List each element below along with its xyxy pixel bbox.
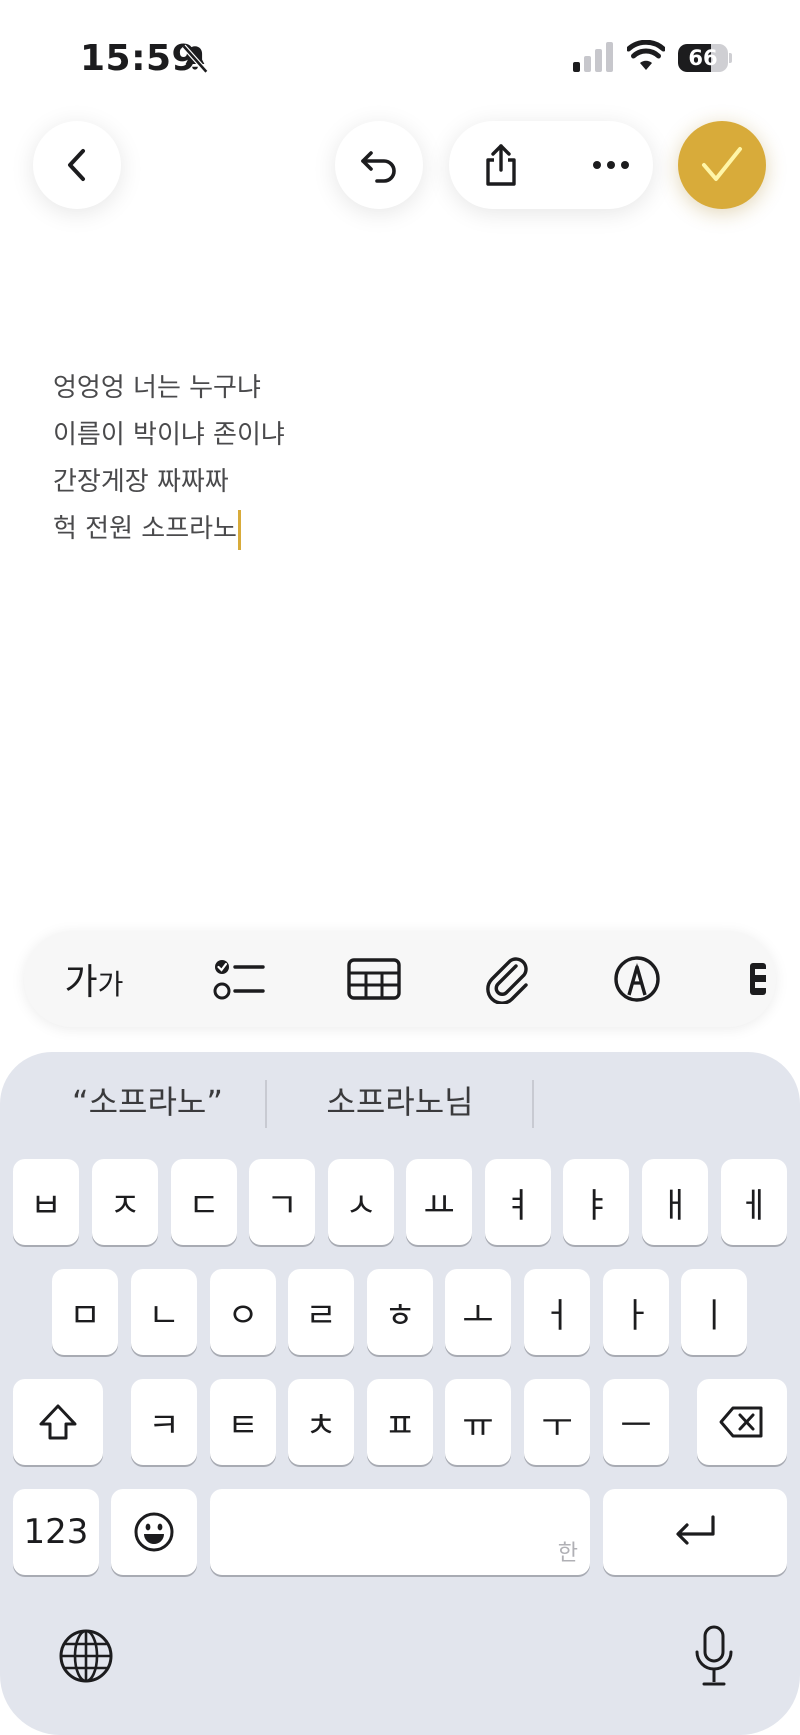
attachment-icon bbox=[486, 957, 528, 1004]
globe-button[interactable] bbox=[54, 1624, 118, 1688]
suggestion-1[interactable]: “소프라노” bbox=[30, 1070, 265, 1134]
suggestion-divider bbox=[532, 1080, 534, 1128]
text-format-button[interactable]: 가가 bbox=[44, 931, 144, 1027]
table-button[interactable] bbox=[324, 931, 424, 1027]
share-icon bbox=[486, 144, 516, 186]
share-button[interactable] bbox=[457, 121, 545, 209]
bell-slash-icon bbox=[181, 44, 209, 74]
checklist-icon bbox=[213, 960, 265, 1000]
chevron-left-icon bbox=[68, 149, 85, 181]
return-icon bbox=[676, 1515, 715, 1545]
key[interactable]: ㅎ bbox=[367, 1269, 433, 1355]
markup-button[interactable] bbox=[592, 931, 682, 1027]
undo-icon bbox=[361, 151, 396, 183]
key[interactable]: ㅐ bbox=[642, 1159, 708, 1245]
key[interactable]: ㅠ bbox=[445, 1379, 511, 1465]
more-button[interactable] bbox=[567, 121, 655, 209]
key[interactable]: ㄱ bbox=[249, 1159, 315, 1245]
back-button[interactable] bbox=[33, 121, 121, 209]
attachment-button[interactable] bbox=[464, 931, 554, 1027]
markup-pen-icon bbox=[614, 956, 660, 1002]
done-button[interactable] bbox=[678, 121, 766, 209]
key[interactable]: ㅏ bbox=[603, 1269, 669, 1355]
text-caret bbox=[237, 509, 241, 550]
key[interactable]: ㅣ bbox=[681, 1269, 747, 1355]
key[interactable]: ㅁ bbox=[52, 1269, 118, 1355]
numbers-key[interactable]: 123 bbox=[13, 1489, 99, 1575]
key[interactable]: ㅌ bbox=[210, 1379, 276, 1465]
note-line-text: 헉 전원 소프라노 bbox=[53, 514, 237, 544]
delete-key[interactable] bbox=[697, 1379, 787, 1465]
note-body[interactable]: 엉엉엉 너는 누구냐 이름이 박이냐 존이냐 간장게장 짜짜짜 헉 전원 소프라… bbox=[53, 365, 753, 553]
return-key[interactable] bbox=[603, 1489, 787, 1575]
key[interactable]: ㅊ bbox=[288, 1379, 354, 1465]
key[interactable]: ㅋ bbox=[131, 1379, 197, 1465]
emoji-key[interactable] bbox=[111, 1489, 197, 1575]
wifi-icon bbox=[627, 40, 665, 70]
more-format-button[interactable] bbox=[748, 931, 776, 1027]
key[interactable]: ㅅ bbox=[328, 1159, 394, 1245]
key[interactable]: ㅕ bbox=[485, 1159, 551, 1245]
note-line: 이름이 박이냐 존이냐 bbox=[53, 420, 285, 450]
undo-button[interactable] bbox=[335, 121, 423, 209]
delete-icon bbox=[719, 1406, 763, 1438]
text-format-label-large: 가 bbox=[64, 962, 98, 1003]
share-more-group bbox=[449, 121, 653, 209]
key[interactable]: ㅈ bbox=[92, 1159, 158, 1245]
checkmark-icon bbox=[702, 147, 742, 181]
microphone-icon bbox=[695, 1625, 733, 1686]
status-bar: 15:59 66 bbox=[0, 0, 800, 120]
key[interactable]: ㅛ bbox=[406, 1159, 472, 1245]
emoji-icon bbox=[134, 1512, 174, 1552]
partial-icon bbox=[750, 963, 766, 995]
format-toolbar: 가가 bbox=[24, 931, 776, 1027]
table-icon bbox=[347, 958, 401, 1000]
key[interactable]: ㄷ bbox=[171, 1159, 237, 1245]
battery-percentage: 66 bbox=[688, 46, 718, 70]
key[interactable]: ㅂ bbox=[13, 1159, 79, 1245]
cellular-signal-icon bbox=[573, 42, 613, 72]
text-format-label-small: 가 bbox=[97, 968, 124, 1001]
more-icon bbox=[593, 161, 629, 169]
key[interactable]: ㅓ bbox=[524, 1269, 590, 1355]
key[interactable]: ㄴ bbox=[131, 1269, 197, 1355]
space-key[interactable]: 한 bbox=[210, 1489, 590, 1575]
input-language-hint: 한 bbox=[557, 1541, 578, 1566]
key[interactable]: ㅗ bbox=[445, 1269, 511, 1355]
suggestion-divider bbox=[265, 1080, 267, 1128]
note-line: 엉엉엉 너는 누구냐 bbox=[53, 373, 261, 403]
key[interactable]: ㄹ bbox=[288, 1269, 354, 1355]
key[interactable]: ㅇ bbox=[210, 1269, 276, 1355]
key[interactable]: ㅑ bbox=[563, 1159, 629, 1245]
key[interactable]: ㅜ bbox=[524, 1379, 590, 1465]
shift-key[interactable] bbox=[13, 1379, 103, 1465]
battery-icon: 66 bbox=[678, 44, 732, 72]
suggestion-2[interactable]: 소프라노님 bbox=[268, 1070, 532, 1134]
note-line-current: 헉 전원 소프라노 bbox=[53, 506, 753, 553]
key[interactable]: ㅡ bbox=[603, 1379, 669, 1465]
key[interactable]: ㅍ bbox=[367, 1379, 433, 1465]
shift-icon bbox=[39, 1404, 77, 1440]
checklist-button[interactable] bbox=[194, 931, 284, 1027]
dictation-button[interactable] bbox=[682, 1620, 746, 1692]
note-line: 간장게장 짜짜짜 bbox=[53, 467, 229, 497]
text-format-icon: 가가 bbox=[65, 953, 124, 1005]
globe-icon bbox=[59, 1629, 113, 1683]
key[interactable]: ㅔ bbox=[721, 1159, 787, 1245]
